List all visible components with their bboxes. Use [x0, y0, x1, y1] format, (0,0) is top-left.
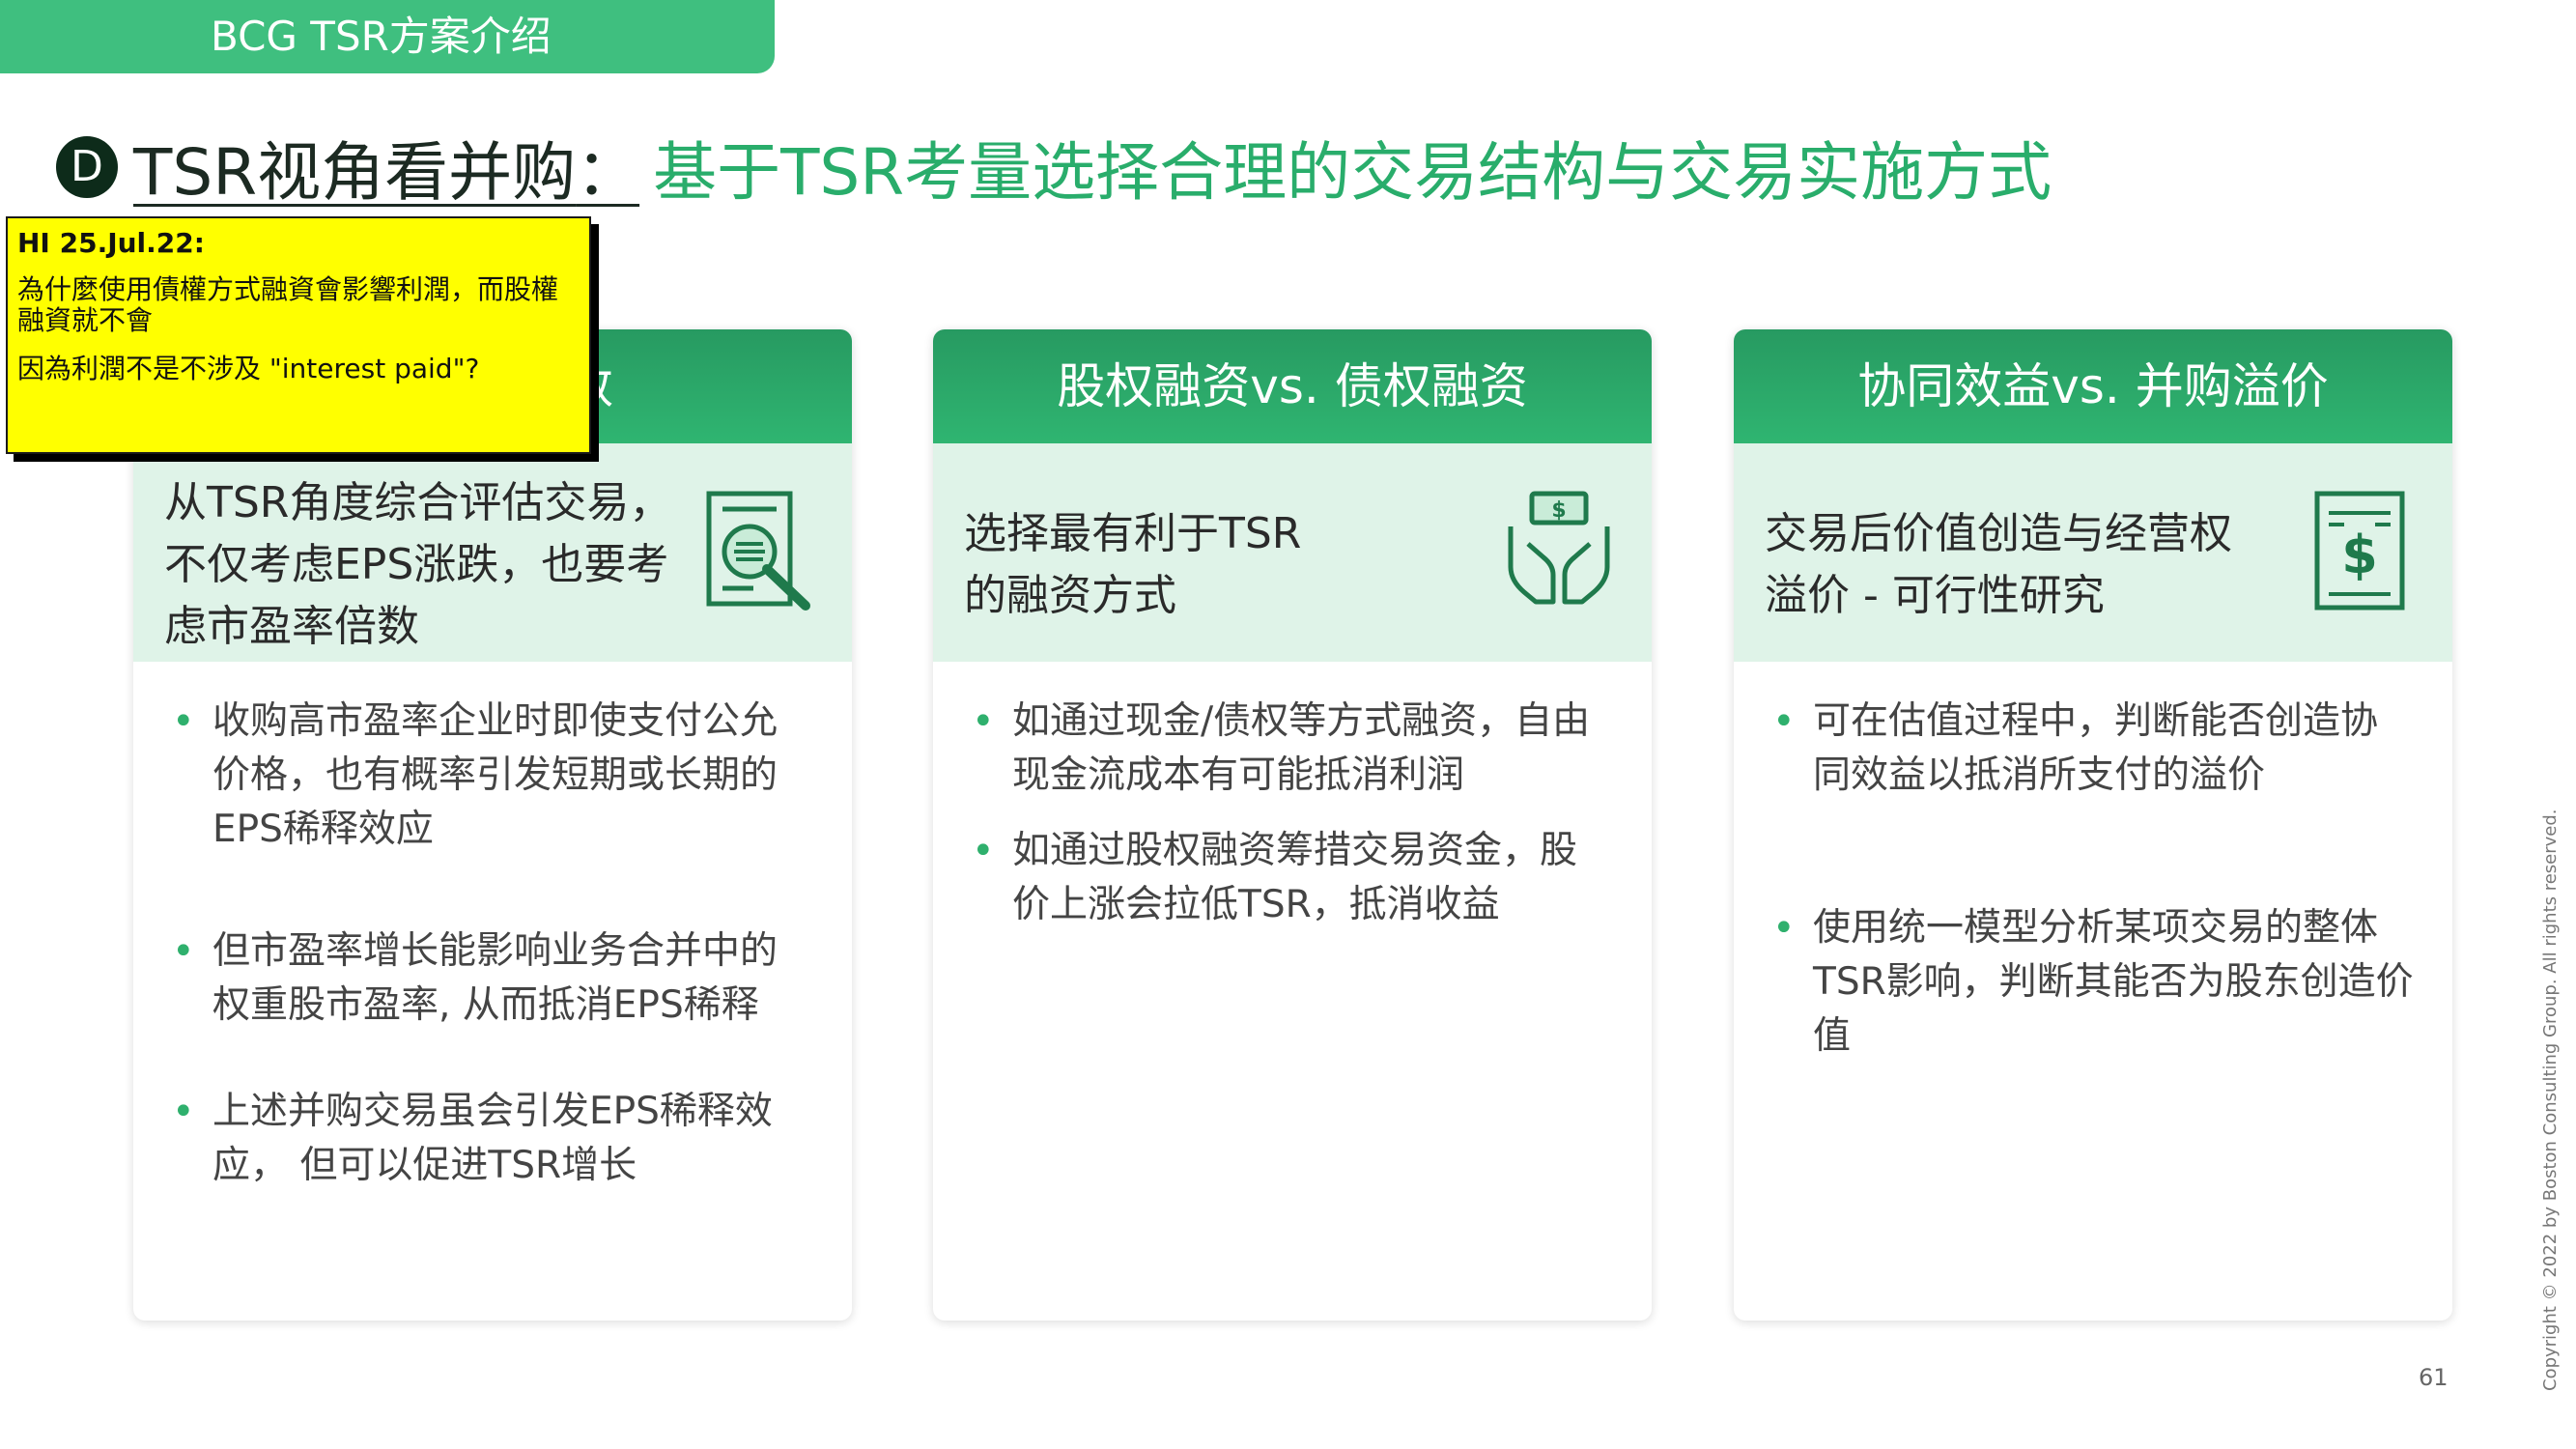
- bullet-list: 如通过现金/债权等方式融资，自由现金流成本有可能抵消利润 如通过股权融资筹措交易…: [933, 662, 1652, 932]
- card-summary: 从TSR角度综合评估交易，不仅考虑EPS涨跌，也要考虑市盈率倍数: [133, 443, 852, 662]
- document-magnifier-icon: [706, 491, 810, 611]
- bullet-list: 可在估值过程中，判断能否创造协同效益以抵消所支付的溢价 使用统一模型分析某项交易…: [1734, 662, 2452, 1064]
- comment-line: 因為利潤不是不涉及 "interest paid"?: [17, 353, 480, 384]
- svg-text:$: $: [2341, 525, 2378, 585]
- page-title: D TSR视角看并购 ： 基于TSR考量选择合理的交易结构与交易实施方式: [56, 124, 2052, 211]
- card-header: 股权融资vs. 债权融资: [933, 329, 1652, 443]
- section-tab: BCG TSR方案介绍: [0, 0, 775, 73]
- comment-header: HI 25.Jul.22:: [17, 227, 205, 259]
- list-item: 如通过现金/债权等方式融资，自由现金流成本有可能抵消利润: [972, 695, 1613, 803]
- list-item: 使用统一模型分析某项交易的整体TSR影响，判断其能否为股东创造价值: [1772, 901, 2414, 1064]
- copyright-text: Copyright © 2022 by Boston Consulting Gr…: [2540, 809, 2561, 1391]
- card-summary-text: 交易后价值创造与经营权溢价 - 可行性研究: [1765, 509, 2232, 620]
- comment-note[interactable]: HI 25.Jul.22: 為什麼使用債權方式融資會影響利潤，而股權融資就不會 …: [6, 216, 591, 454]
- list-item: 如通过股权融资筹措交易资金，股价上涨会拉低TSR，抵消收益: [972, 824, 1613, 932]
- page-number: 61: [2419, 1364, 2449, 1391]
- svg-text:$: $: [1551, 498, 1566, 523]
- list-item: 收购高市盈率企业时即使支付公允价格，也有概率引发短期或长期的EPS稀释效应: [172, 695, 813, 857]
- comment-line: 為什麼使用債權方式融資會影響利潤，而股權融資就不會: [17, 273, 559, 336]
- title-main: TSR视角看并购: [133, 135, 577, 210]
- title-colon: ：: [576, 135, 640, 210]
- list-item: 但市盈率增长能影响业务合并中的权重股市盈率, 从而抵消EPS稀释: [172, 924, 813, 1033]
- card-synergy-vs-premium: 协同效益vs. 并购溢价 交易后价值创造与经营权溢价 - 可行性研究 $ 可在估…: [1734, 329, 2452, 1321]
- title-badge: D: [56, 136, 118, 198]
- card-summary: 选择最有利于TSR的融资方式 $: [933, 443, 1652, 662]
- card-equity-vs-debt: 股权融资vs. 债权融资 选择最有利于TSR的融资方式 $ 如通过现金/债权等方…: [933, 329, 1652, 1321]
- card-header: 协同效益vs. 并购溢价: [1734, 329, 2452, 443]
- card-summary: 交易后价值创造与经营权溢价 - 可行性研究 $: [1734, 443, 2452, 662]
- card-summary-text: 选择最有利于TSR的融资方式: [964, 509, 1302, 620]
- title-subtitle: 基于TSR考量选择合理的交易结构与交易实施方式: [653, 135, 2052, 210]
- dollar-document-icon: $: [2314, 491, 2405, 611]
- bullet-list: 收购高市盈率企业时即使支付公允价格，也有概率引发短期或长期的EPS稀释效应 但市…: [133, 662, 852, 1193]
- hands-money-icon: $: [1508, 491, 1610, 605]
- card-pe-multiple: 市盈率倍数 从TSR角度综合评估交易，不仅考虑EPS涨跌，也要考虑市盈率倍数 收…: [133, 329, 852, 1321]
- list-item: 可在估值过程中，判断能否创造协同效益以抵消所支付的溢价: [1772, 695, 2414, 803]
- card-summary-text: 从TSR角度综合评估交易，不仅考虑EPS涨跌，也要考虑市盈率倍数: [164, 478, 672, 651]
- list-item: 上述并购交易虽会引发EPS稀释效应， 但可以促进TSR增长: [172, 1085, 813, 1193]
